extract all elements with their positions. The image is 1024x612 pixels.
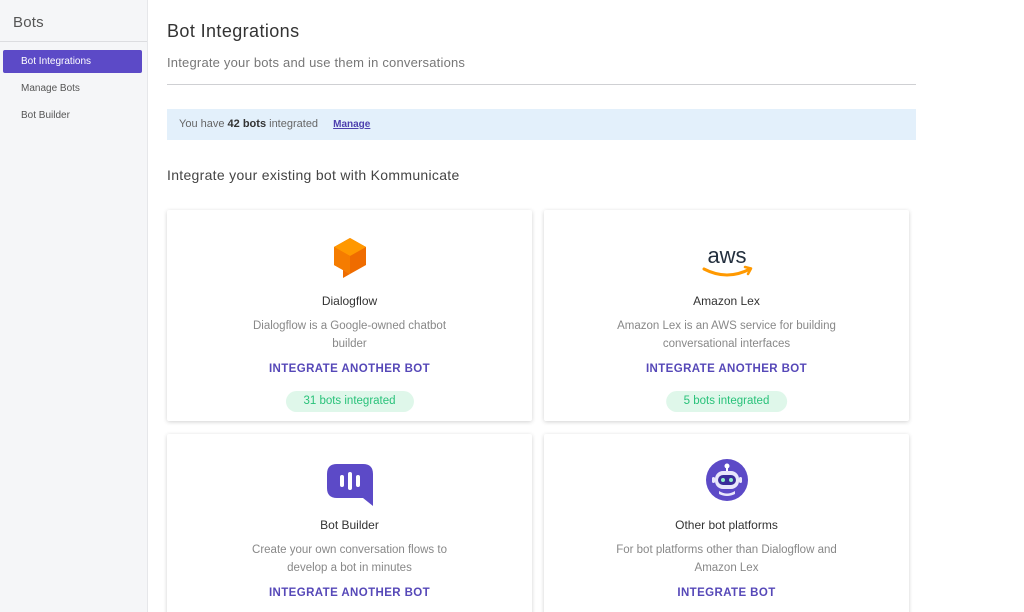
- sidebar-item-bot-integrations[interactable]: Bot Integrations: [3, 50, 142, 73]
- card-dialogflow: Dialogflow Dialogflow is a Google-owned …: [167, 210, 532, 421]
- card-name: Bot Builder: [320, 518, 379, 532]
- sidebar-nav: Bot Integrations Manage Bots Bot Builder: [0, 42, 147, 127]
- integrate-another-bot-button[interactable]: INTEGRATE ANOTHER BOT: [167, 363, 532, 375]
- sidebar-item-manage-bots[interactable]: Manage Bots: [3, 77, 142, 100]
- section-title: Integrate your existing bot with Kommuni…: [167, 167, 460, 183]
- integrate-another-bot-button[interactable]: INTEGRATE ANOTHER BOT: [544, 363, 909, 375]
- card-description: Create your own conversation flows to de…: [252, 544, 447, 574]
- integrate-bot-button[interactable]: INTEGRATE BOT: [544, 587, 909, 599]
- banner-prefix: You have: [179, 118, 225, 130]
- card-description: Dialogflow is a Google-owned chatbot bui…: [252, 320, 447, 350]
- banner-suffix: integrated: [269, 118, 319, 130]
- page-subtitle: Integrate your bots and use them in conv…: [167, 55, 466, 70]
- card-name: Other bot platforms: [675, 518, 778, 532]
- sidebar-item-bot-builder[interactable]: Bot Builder: [3, 104, 142, 127]
- page-title: Bot Integrations: [167, 21, 300, 41]
- aws-icon: aws: [699, 243, 755, 282]
- card-bot-builder: Bot Builder Create your own conversation…: [167, 434, 532, 612]
- card-amazon-lex: aws Amazon Lex Amazon Lex is an AWS serv…: [544, 210, 909, 421]
- banner-count: 42 bots: [227, 118, 267, 130]
- integration-banner: You have 42 bots integrated Manage: [167, 109, 916, 140]
- integrated-count-badge: 31 bots integrated: [285, 391, 414, 412]
- card-description: Amazon Lex is an AWS service for buildin…: [617, 320, 836, 350]
- divider: [167, 84, 916, 85]
- manage-link[interactable]: Manage: [333, 119, 370, 130]
- card-name: Dialogflow: [321, 294, 378, 308]
- bot-builder-icon: [325, 462, 375, 513]
- dialogflow-icon: [331, 236, 369, 283]
- card-name: Amazon Lex: [693, 294, 760, 308]
- robot-icon: [705, 458, 749, 507]
- card-description: For bot platforms other than Dialogflow …: [616, 544, 837, 574]
- sidebar-title: Bots: [0, 0, 147, 42]
- aws-text: aws: [707, 243, 746, 268]
- integrated-count-badge: 5 bots integrated: [665, 391, 788, 412]
- card-other-platforms: Other bot platforms For bot platforms ot…: [544, 434, 909, 612]
- sidebar: Bots Bot Integrations Manage Bots Bot Bu…: [0, 0, 148, 612]
- integrate-another-bot-button[interactable]: INTEGRATE ANOTHER BOT: [167, 587, 532, 599]
